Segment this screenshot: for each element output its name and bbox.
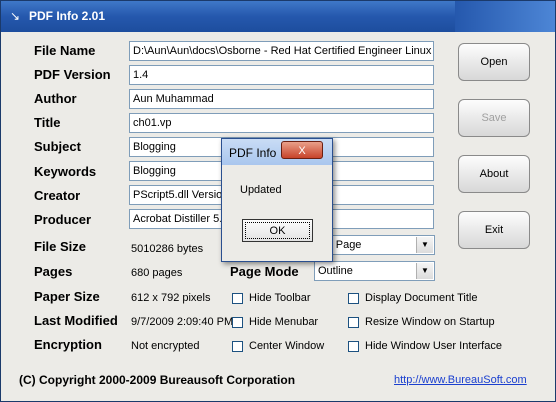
title-bar-gradient xyxy=(455,1,555,32)
checkbox-box[interactable] xyxy=(232,316,243,328)
creator-label: Creator xyxy=(34,188,81,203)
updated-dialog: PDF Info X Updated OK xyxy=(221,138,333,262)
title-field[interactable]: ch01.vp xyxy=(129,113,434,133)
hide-window-ui-label: Hide Window User Interface xyxy=(365,340,502,352)
chevron-down-icon[interactable]: ▼ xyxy=(416,263,433,279)
file-size-value: 5010286 bytes xyxy=(131,243,204,255)
window-title: PDF Info 2.01 xyxy=(29,9,106,23)
checkbox-box[interactable] xyxy=(232,292,243,304)
page-mode-select[interactable]: Outline ▼ xyxy=(314,261,435,281)
about-button[interactable]: About xyxy=(458,155,530,193)
last-modified-label: Last Modified xyxy=(34,313,118,328)
checkbox-box[interactable] xyxy=(232,340,243,352)
display-document-title-checkbox[interactable]: Display Document Title xyxy=(348,292,478,304)
save-button[interactable]: Save xyxy=(458,99,530,137)
open-button[interactable]: Open xyxy=(458,43,530,81)
encryption-value: Not encrypted xyxy=(131,340,200,352)
dialog-title-bar[interactable]: PDF Info X xyxy=(222,139,332,165)
author-label: Author xyxy=(34,91,77,106)
center-window-label: Center Window xyxy=(249,340,325,352)
chevron-down-icon[interactable]: ▼ xyxy=(416,237,433,253)
copyright-text: (C) Copyright 2000-2009 Bureausoft Corpo… xyxy=(19,373,296,387)
center-window-checkbox[interactable]: Center Window xyxy=(232,340,324,352)
checkbox-box[interactable] xyxy=(348,340,359,352)
dialog-title: PDF Info xyxy=(229,146,277,160)
pages-label: Pages xyxy=(34,264,73,279)
keywords-label: Keywords xyxy=(34,164,97,179)
paper-size-label: Paper Size xyxy=(34,289,100,304)
hide-menubar-label: Hide Menubar xyxy=(249,316,319,328)
pages-value: 680 pages xyxy=(131,267,183,279)
page-mode-value: Outline xyxy=(318,265,353,277)
paper-size-value: 612 x 792 pixels xyxy=(131,292,211,304)
title-label: Title xyxy=(34,115,61,130)
checkbox-box[interactable] xyxy=(348,316,359,328)
exit-button[interactable]: Exit xyxy=(458,211,530,249)
encryption-label: Encryption xyxy=(34,337,102,352)
page-mode-label: Page Mode xyxy=(230,264,299,279)
main-window: ↘ PDF Info 2.01 File Name D:\Aun\Aun\doc… xyxy=(0,0,556,402)
arrow-icon: ↘ xyxy=(9,9,21,23)
dialog-message: Updated xyxy=(240,184,282,196)
title-bar[interactable]: ↘ PDF Info 2.01 xyxy=(1,1,555,32)
dialog-close-button[interactable]: X xyxy=(281,141,323,159)
resize-window-label: Resize Window on Startup xyxy=(365,316,495,328)
hide-window-ui-checkbox[interactable]: Hide Window User Interface xyxy=(348,340,502,352)
hide-menubar-checkbox[interactable]: Hide Menubar xyxy=(232,316,318,328)
display-document-title-label: Display Document Title xyxy=(365,292,478,304)
resize-window-checkbox[interactable]: Resize Window on Startup xyxy=(348,316,495,328)
file-name-label: File Name xyxy=(34,43,96,58)
last-modified-value: 9/7/2009 2:09:40 PM xyxy=(131,316,234,328)
hide-toolbar-checkbox[interactable]: Hide Toolbar xyxy=(232,292,311,304)
website-link[interactable]: http://www.BureauSoft.com xyxy=(394,374,527,386)
author-field[interactable]: Aun Muhammad xyxy=(129,89,434,109)
pdf-version-label: PDF Version xyxy=(34,67,111,82)
checkbox-box[interactable] xyxy=(348,292,359,304)
pdf-version-field[interactable]: 1.4 xyxy=(129,65,434,85)
file-name-field[interactable]: D:\Aun\Aun\docs\Osborne - Red Hat Certif… xyxy=(129,41,434,61)
subject-label: Subject xyxy=(34,139,81,154)
producer-label: Producer xyxy=(34,212,92,227)
ok-button[interactable]: OK xyxy=(242,219,313,242)
hide-toolbar-label: Hide Toolbar xyxy=(249,292,311,304)
file-size-label: File Size xyxy=(34,239,87,254)
